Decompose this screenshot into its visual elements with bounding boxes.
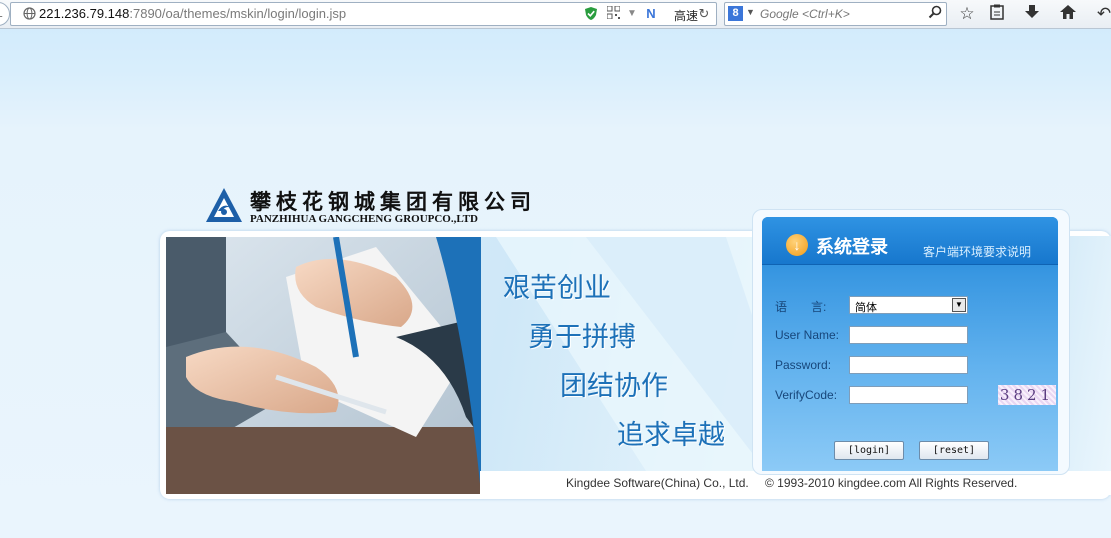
username-label: User Name: (775, 328, 840, 342)
language-select[interactable]: 简体 ▼ (849, 296, 968, 314)
slogan-1: 艰苦创业 (503, 273, 611, 303)
qr-code-icon[interactable] (605, 5, 621, 22)
arrow-down-icon: ↓ (786, 234, 808, 256)
back-icon[interactable]: ← (0, 2, 10, 26)
speed-label[interactable]: 高速 (674, 7, 698, 24)
password-input[interactable] (849, 356, 968, 374)
shield-icon[interactable] (583, 6, 599, 22)
env-requirements-link[interactable]: 客户端环境要求说明 (923, 243, 1031, 260)
footer-copyright: © 1993-2010 kingdee.com All Rights Reser… (765, 476, 1018, 490)
home-icon[interactable] (1058, 4, 1078, 24)
company-name-cn: 攀枝花钢城集团有限公司 (250, 189, 536, 214)
search-engine-icon[interactable]: 8 (728, 6, 743, 21)
globe-icon (23, 7, 36, 20)
slogan-2: 勇于拼搏 (528, 322, 636, 352)
url-path: :7890/oa/themes/mskin/login/login.jsp (129, 6, 347, 21)
speed-icon: N (646, 6, 656, 21)
language-value: 简体 (855, 302, 877, 314)
verifycode-label: VerifyCode: (775, 388, 838, 402)
slogan-4: 追求卓越 (617, 420, 725, 450)
password-label: Password: (775, 358, 832, 372)
undo-icon[interactable]: ↶ (1094, 4, 1111, 24)
search-icon[interactable] (928, 5, 942, 22)
company-name-en: PANZHIHUA GANGCHENG GROUPCO.,LTD (250, 213, 478, 225)
download-icon[interactable] (1022, 4, 1042, 24)
clipboard-icon[interactable] (987, 4, 1007, 24)
url-text[interactable]: 221.236.79.148:7890/oa/themes/mskin/logi… (39, 6, 346, 21)
handshake-photo (166, 236, 496, 494)
dropdown-icon[interactable]: ▼ (624, 6, 640, 22)
captcha-image[interactable]: 3821 (998, 385, 1056, 405)
search-placeholder[interactable]: Google <Ctrl+K> (760, 7, 850, 21)
url-host: 221.236.79.148 (39, 6, 130, 21)
footer-company: Kingdee Software(China) Co., Ltd. (566, 476, 749, 490)
username-input[interactable] (849, 326, 968, 344)
search-bar[interactable]: 8 ▼ Google <Ctrl+K> (724, 2, 947, 26)
slogan-3: 团结协作 (560, 371, 668, 401)
star-icon[interactable]: ☆ (957, 4, 977, 24)
login-button[interactable]: [login] (834, 441, 904, 460)
search-engine-dropdown-icon[interactable]: ▼ (746, 7, 755, 17)
address-bar[interactable]: 221.236.79.148:7890/oa/themes/mskin/logi… (10, 2, 717, 26)
language-label: 语 言: (775, 300, 827, 314)
login-title: 系统登录 (816, 237, 888, 257)
chevron-down-icon[interactable]: ▼ (952, 298, 966, 312)
reload-icon[interactable]: ↻ (696, 6, 712, 22)
reset-button[interactable]: [reset] (919, 441, 989, 460)
company-logo-icon (204, 186, 244, 226)
verifycode-input[interactable] (849, 386, 968, 404)
browser-toolbar: 221.236.79.148:7890/oa/themes/mskin/logi… (0, 0, 1111, 29)
